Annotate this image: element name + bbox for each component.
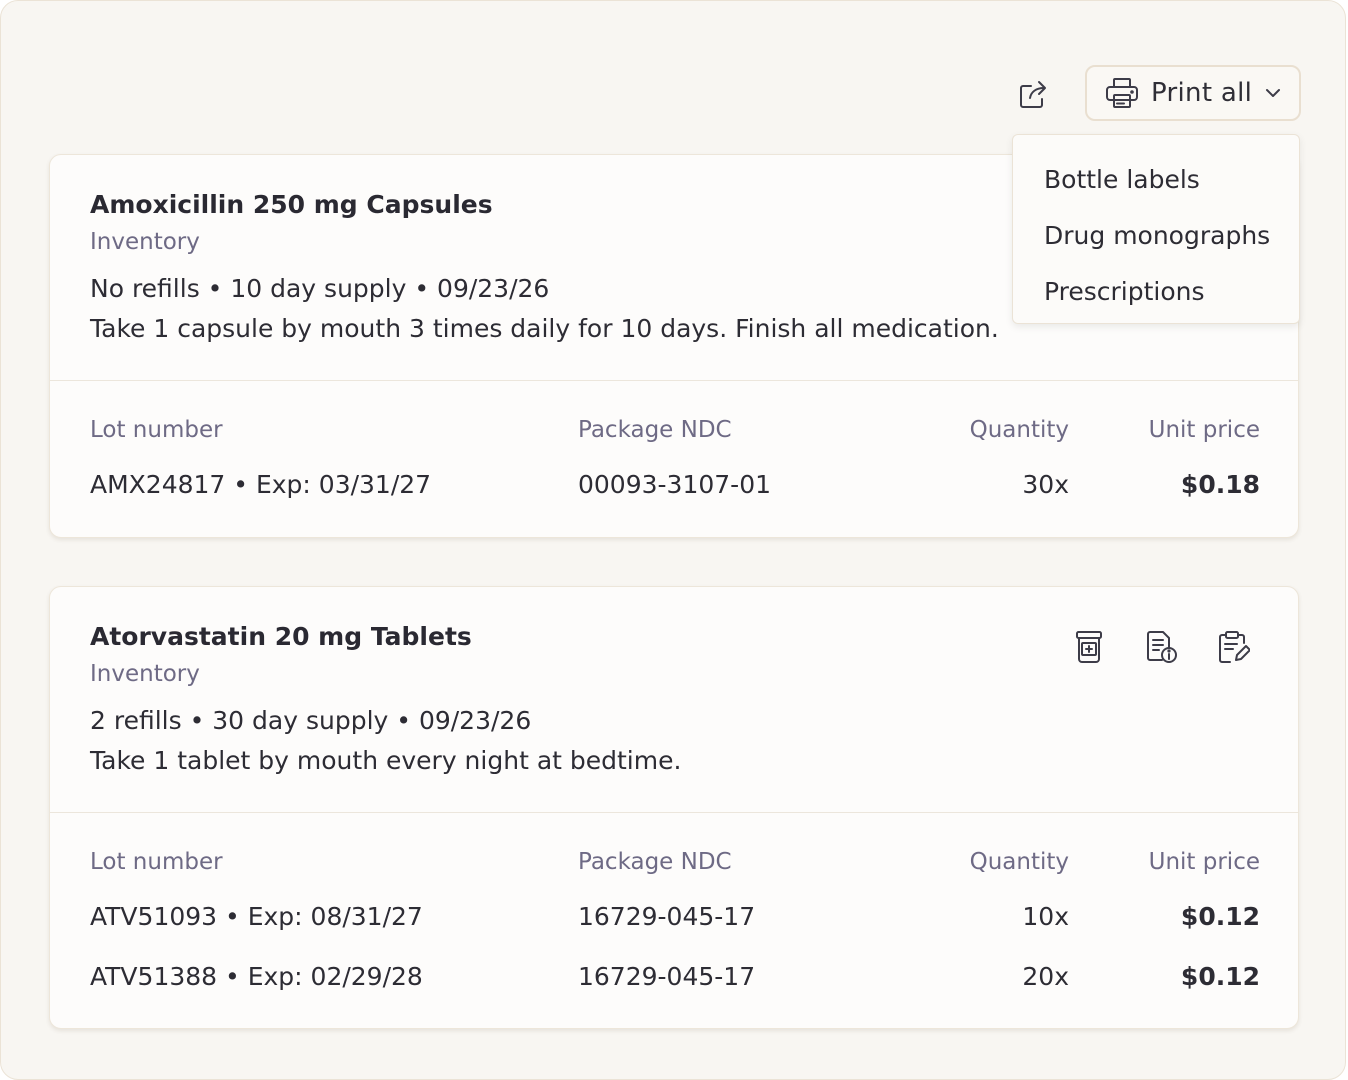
medication-name: Amoxicillin 250 mg Capsules [90,190,493,219]
toolbar: Print all [1,1,1348,131]
package-ndc-cell: 16729-045-17 [578,902,756,931]
print-drug-monograph-button[interactable] [1139,625,1183,669]
print-bottle-label-button[interactable] [1067,625,1111,669]
medication-directions: Take 1 capsule by mouth 3 times daily fo… [90,314,999,343]
medication-directions: Take 1 tablet by mouth every night at be… [90,746,682,775]
package-ndc-cell: 00093-3107-01 [578,470,772,499]
divider [50,812,1298,813]
lot-number-cell: AMX24817 • Exp: 03/31/27 [90,470,432,499]
print-menu-drug-monographs[interactable]: Drug monographs [1013,207,1299,263]
quantity-header: Quantity [969,849,1069,875]
print-prescription-button[interactable] [1211,625,1255,669]
medication-source: Inventory [90,229,200,255]
printer-icon [1106,78,1138,108]
lot-number-header: Lot number [90,417,223,443]
chevron-down-icon [1266,89,1281,97]
medication-name: Atorvastatin 20 mg Tablets [90,622,472,651]
print-menu-bottle-labels[interactable]: Bottle labels [1013,151,1299,207]
unit-price-header: Unit price [1148,417,1260,443]
quantity-cell: 20x [1022,962,1069,991]
prescription-panel: Print all Bottle labels Drug monographs … [0,0,1346,1080]
print-all-button[interactable]: Print all [1085,65,1301,121]
share-button[interactable] [1007,71,1059,119]
lot-number-cell: ATV51388 • Exp: 02/29/28 [90,962,423,991]
prescription-edit-icon [1219,631,1250,663]
medication-source: Inventory [90,661,200,687]
share-icon [1020,81,1046,108]
quantity-header: Quantity [969,417,1069,443]
unit-price-cell: $0.12 [1180,962,1260,991]
medication-meta: No refills • 10 day supply • 09/23/26 [90,274,550,303]
unit-price-cell: $0.12 [1180,902,1260,931]
drug-monograph-icon [1147,631,1177,663]
divider [50,380,1298,381]
unit-price-cell: $0.18 [1180,470,1260,499]
quantity-cell: 10x [1022,902,1069,931]
quantity-cell: 30x [1022,470,1069,499]
bottle-label-icon [1076,631,1102,663]
medication-card: Atorvastatin 20 mg Tablets Inventory 2 r… [49,586,1299,1029]
package-ndc-cell: 16729-045-17 [578,962,756,991]
lot-number-header: Lot number [90,849,223,875]
lot-number-cell: ATV51093 • Exp: 08/31/27 [90,902,423,931]
print-menu-prescriptions[interactable]: Prescriptions [1013,263,1299,319]
package-ndc-header: Package NDC [578,849,732,875]
package-ndc-header: Package NDC [578,417,732,443]
medication-meta: 2 refills • 30 day supply • 09/23/26 [90,706,532,735]
unit-price-header: Unit price [1148,849,1260,875]
print-all-label: Print all [1151,78,1253,108]
print-menu: Bottle labels Drug monographs Prescripti… [1012,134,1300,324]
